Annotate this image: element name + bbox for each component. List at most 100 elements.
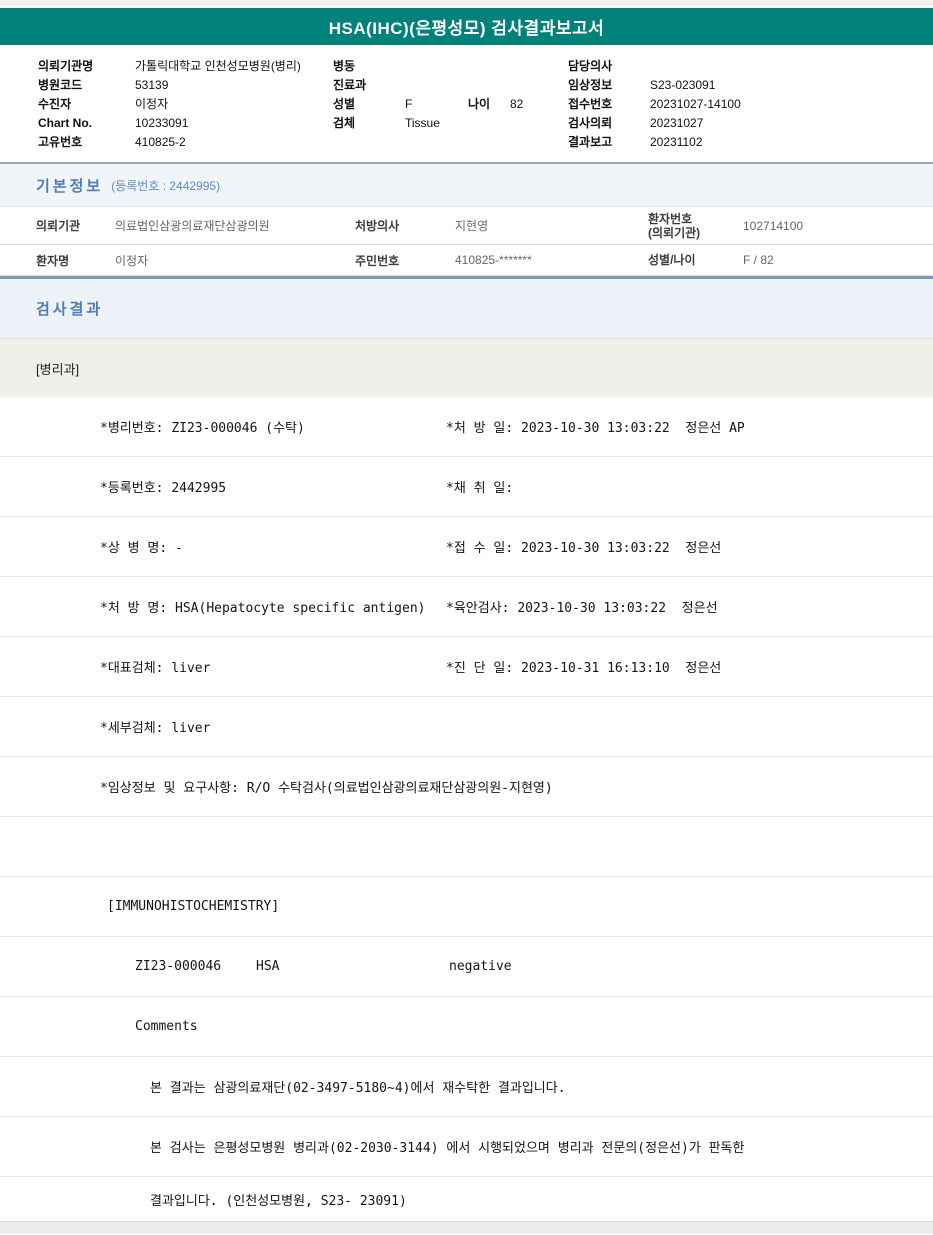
table-row: 환자명 이정자 주민번호 410825-******* 성별/나이 F / 82 xyxy=(0,245,933,276)
detail-left: *처 방 명: HSA(Hepatocyte specific antigen) xyxy=(100,601,426,616)
field-value: 53139 xyxy=(135,78,169,92)
ihc-section-header: [IMMUNOHISTOCHEMISTRY] xyxy=(107,899,280,914)
detail-right: *접 수 일: 2023-10-30 13:03:22 정은선 xyxy=(446,541,722,556)
info-column-middle: 병동 진료과 성별 F 나이 82 검체 Tissue xyxy=(333,57,523,133)
result-code: ZI23-000046 xyxy=(135,959,222,974)
info-row-sex-age: 성별 F 나이 82 xyxy=(333,95,523,114)
result-value: negative xyxy=(449,959,512,974)
info-row: 검체 Tissue xyxy=(333,114,523,133)
comment-row: 본 검사는 은평성모병원 병리과(02-2030-3144) 에서 시행되었으며… xyxy=(0,1117,933,1177)
detail-row-empty xyxy=(0,817,933,877)
field-value: 이정자 xyxy=(135,97,169,111)
cell-label: 주민번호 xyxy=(355,253,400,268)
field-label: 의뢰기관명 xyxy=(38,59,94,73)
cell-value: F / 82 xyxy=(743,253,774,267)
comments-label: Comments xyxy=(135,1019,198,1034)
detail-right: *진 단 일: 2023-10-31 16:13:10 정은선 xyxy=(446,661,722,676)
comment-row: 본 결과는 삼광의료재단(02-3497-5180~4)에서 재수탁한 결과입니… xyxy=(0,1057,933,1117)
detail-row-main-specimen: *대표검체: liver *진 단 일: 2023-10-31 16:13:10… xyxy=(0,637,933,697)
comment-line: 본 검사는 은평성모병원 병리과(02-2030-3144) 에서 시행되었으며… xyxy=(150,1141,745,1156)
field-value: 가톨릭대학교 인천성모병원(병리) xyxy=(135,59,301,73)
table-row: 의뢰기관 의료법인삼광의료재단삼광의원 처방의사 지현영 환자번호 (의뢰기관) … xyxy=(0,207,933,245)
detail-right: *처 방 일: 2023-10-30 13:03:22 정은선 AP xyxy=(446,421,745,436)
basic-info-table: 의뢰기관 의료법인삼광의료재단삼광의원 처방의사 지현영 환자번호 (의뢰기관) … xyxy=(0,207,933,276)
ihc-result-row: ZI23-000046 HSA negative xyxy=(0,937,933,997)
comment-line: 본 결과는 삼광의료재단(02-3497-5180~4)에서 재수탁한 결과입니… xyxy=(150,1081,566,1096)
cell-label: 처방의사 xyxy=(355,219,400,233)
field-label: 검사의뢰 xyxy=(568,116,613,130)
registration-number-note: (등록번호 : 2442995) xyxy=(111,178,221,193)
comments-header-row: Comments xyxy=(0,997,933,1057)
field-label: 담당의사 xyxy=(568,59,613,73)
field-label: 접수번호 xyxy=(568,97,613,111)
field-label: 진료과 xyxy=(333,78,367,92)
department-row: [병리과] xyxy=(0,338,933,397)
cell-label: 환자번호 (의뢰기관) xyxy=(648,212,743,240)
field-value: Tissue xyxy=(405,116,440,130)
field-label: 임상정보 xyxy=(568,78,613,92)
detail-row-registration-number: *등록번호: 2442995 *채 취 일: xyxy=(0,457,933,517)
department-label: [병리과] xyxy=(36,361,80,377)
cell-value: 이정자 xyxy=(115,253,149,268)
result-test-name: HSA xyxy=(256,959,280,974)
detail-left: *대표검체: liver xyxy=(100,661,211,676)
detail-right: *육안검사: 2023-10-30 13:03:22 정은선 xyxy=(446,601,718,616)
info-row: 병원코드 53139 xyxy=(38,76,301,95)
cell-label: 의뢰기관 xyxy=(36,219,81,233)
cell-value: 102714100 xyxy=(743,218,804,233)
info-row: 진료과 xyxy=(333,76,523,95)
info-row: 검사의뢰 20231027 xyxy=(568,114,741,133)
field-label: 고유번호 xyxy=(38,135,83,149)
field-label: 수진자 xyxy=(38,97,72,111)
field-label: 결과보고 xyxy=(568,135,613,149)
results-section-header: 검사결과 xyxy=(0,279,933,338)
cell-value: 의료법인삼광의료재단삼광의원 xyxy=(115,219,270,233)
info-column-left: 의뢰기관명 가톨릭대학교 인천성모병원(병리) 병원코드 53139 수진자 이정자 … xyxy=(38,57,301,152)
detail-row-sub-specimen: *세부검체: liver xyxy=(0,697,933,757)
cell-label-line2: (의뢰기관) xyxy=(648,225,701,240)
detail-left: *세부검체: liver xyxy=(100,721,211,736)
detail-left: *등록번호: 2442995 xyxy=(100,481,227,496)
report-banner: HSA(IHC)(은평성모) 검사결과보고서 xyxy=(0,8,933,45)
info-row: 담당의사 xyxy=(568,57,741,76)
basic-info-title: 기본정보 xyxy=(36,177,104,195)
detail-row-order-name: *처 방 명: HSA(Hepatocyte specific antigen)… xyxy=(0,577,933,637)
report-title: HSA(IHC)(은평성모) 검사결과보고서 xyxy=(328,19,605,38)
field-value: 82 xyxy=(510,97,524,111)
detail-left: *병리번호: ZI23-000046 (수탁) xyxy=(100,421,305,436)
comment-line: 결과입니다. (인천성모병원, S23- 23091) xyxy=(150,1193,407,1209)
field-value: 410825-2 xyxy=(135,135,186,149)
ihc-section-header-row: [IMMUNOHISTOCHEMISTRY] xyxy=(0,877,933,937)
cell-value: 410825-******* xyxy=(455,253,532,267)
detail-row-diagnosis-name: *상 병 명: - *접 수 일: 2023-10-30 13:03:22 정은… xyxy=(0,517,933,577)
field-value: S23-023091 xyxy=(650,78,716,92)
info-row: Chart No. 10233091 xyxy=(38,114,301,133)
cell-value: 지현영 xyxy=(455,219,489,233)
info-row: 임상정보 S23-023091 xyxy=(568,76,741,95)
detail-left: *상 병 명: - xyxy=(100,541,183,556)
results-title: 검사결과 xyxy=(36,301,104,318)
field-label: 병동 xyxy=(333,59,356,73)
patient-info-block: 의뢰기관명 가톨릭대학교 인천성모병원(병리) 병원코드 53139 수진자 이정자 … xyxy=(0,45,933,162)
detail-left: *임상정보 및 요구사항: R/O 수탁검사(의료법인삼광의료재단삼광의원-지현… xyxy=(100,781,553,796)
basic-info-section-header: 기본정보 (등록번호 : 2442995) xyxy=(0,164,933,207)
field-value: F xyxy=(405,97,413,111)
info-row: 접수번호 20231027-14100 xyxy=(568,95,741,114)
field-label: 성별 xyxy=(333,97,356,111)
detail-row-clinical-info: *임상정보 및 요구사항: R/O 수탁검사(의료법인삼광의료재단삼광의원-지현… xyxy=(0,757,933,817)
info-row: 결과보고 20231102 xyxy=(568,133,741,152)
field-value: 20231027 xyxy=(650,116,704,130)
info-row: 의뢰기관명 가톨릭대학교 인천성모병원(병리) xyxy=(38,57,301,76)
info-column-right: 담당의사 임상정보 S23-023091 접수번호 20231027-14100 검… xyxy=(568,57,741,152)
field-label: Chart No. xyxy=(38,116,92,130)
detail-right: *채 취 일: xyxy=(446,481,514,496)
field-label: 병원코드 xyxy=(38,78,83,92)
field-value: 20231102 xyxy=(650,135,703,149)
info-row: 고유번호 410825-2 xyxy=(38,133,301,152)
cell-label: 환자명 xyxy=(36,253,70,268)
info-row: 수진자 이정자 xyxy=(38,95,301,114)
cell-label: 성별/나이 xyxy=(648,253,696,267)
field-value: 20231027-14100 xyxy=(650,97,741,111)
cell-label-line1: 환자번호 xyxy=(648,211,693,226)
info-row: 병동 xyxy=(333,57,523,76)
